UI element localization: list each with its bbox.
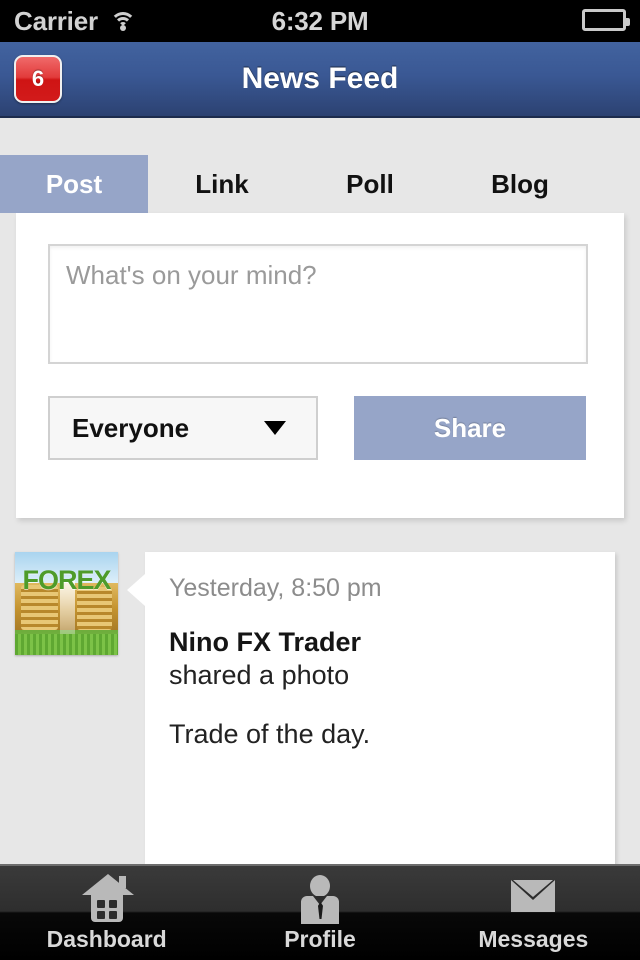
status-bar-right [582, 9, 630, 31]
tab-blog-label: Blog [491, 168, 549, 199]
chevron-down-icon [264, 421, 286, 435]
tab-post-label: Post [45, 168, 103, 199]
privacy-select-value: Everyone [72, 412, 190, 443]
tab-messages-label: Messages [478, 926, 589, 952]
tab-profile-label: Profile [284, 926, 356, 952]
tab-blog[interactable]: Blog [444, 155, 596, 213]
bottom-tab-bar: Dashboard Profile Messages [0, 864, 640, 960]
tab-dashboard[interactable]: Dashboard [0, 866, 213, 960]
share-button[interactable]: Share [354, 396, 586, 460]
tab-messages[interactable]: Messages [427, 866, 640, 960]
tab-poll[interactable]: Poll [296, 155, 444, 213]
post-timestamp: Yesterday, 8:50 pm [169, 574, 382, 602]
app-root: Carrier 6:32 PM 6 News Feed Post Link Po… [0, 0, 640, 960]
post-action: shared a photo [169, 660, 350, 690]
battery-icon [582, 9, 630, 31]
envelope-icon [506, 874, 560, 924]
page-title: News Feed [241, 62, 399, 95]
tab-dashboard-label: Dashboard [46, 926, 167, 952]
nav-bar: 6 News Feed [0, 42, 640, 118]
status-bar: Carrier 6:32 PM [0, 0, 640, 42]
tab-profile[interactable]: Profile [213, 866, 426, 960]
tab-link[interactable]: Link [148, 155, 296, 213]
post-bubble: Yesterday, 8:50 pm Nino FX Trader shared… [127, 552, 615, 867]
home-icon [80, 874, 134, 924]
tab-poll-label: Poll [346, 168, 394, 199]
tab-post[interactable]: Post [0, 155, 148, 213]
notification-badge-button[interactable]: 6 [14, 55, 62, 103]
user-icon [293, 874, 347, 924]
compose-textarea[interactable]: What's on your mind? [48, 244, 588, 364]
post-body: Trade of the day. [169, 719, 371, 749]
avatar-label: FOREX [22, 565, 111, 596]
avatar[interactable]: FOREX [15, 552, 118, 655]
share-button-label: Share [433, 412, 507, 443]
composer-tabs: Post Link Poll Blog [0, 155, 640, 213]
status-bar-clock: 6:32 PM [271, 5, 369, 36]
post-author[interactable]: Nino FX Trader [169, 627, 591, 658]
privacy-select[interactable]: Everyone [48, 396, 318, 460]
notification-badge-count: 6 [31, 66, 45, 91]
tab-link-label: Link [195, 168, 249, 199]
composer-card: What's on your mind? Everyone Share [16, 213, 624, 518]
